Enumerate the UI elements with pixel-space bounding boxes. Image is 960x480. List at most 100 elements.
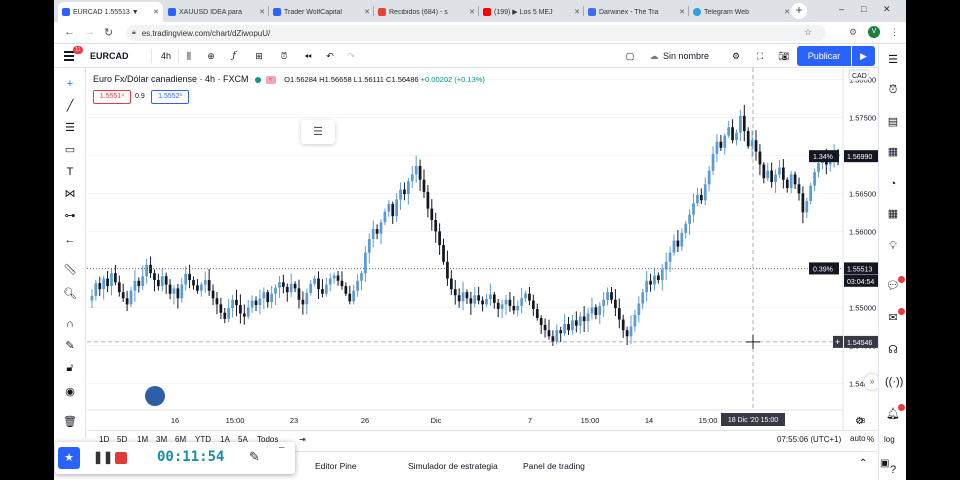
tab-strategy-tester[interactable]: Simulador de estrategia bbox=[408, 461, 498, 471]
tab-wolfcapital[interactable]: Trader WolfCapital ✕ bbox=[269, 2, 374, 22]
tab-trading-panel[interactable]: Panel de trading bbox=[523, 461, 585, 471]
auto-scale-toggle[interactable]: auto bbox=[850, 434, 866, 443]
maximize-panel-icon[interactable]: ⌃ bbox=[859, 458, 867, 469]
camera-snapshot-icon[interactable]: 📷︎ bbox=[776, 48, 792, 64]
profile-avatar[interactable]: V bbox=[868, 26, 880, 38]
calendar-grid-icon[interactable]: ▦ bbox=[885, 206, 901, 222]
close-icon[interactable]: ✕ bbox=[259, 8, 265, 16]
candle-body bbox=[231, 299, 234, 309]
more-menu-icon[interactable]: ⋮ bbox=[890, 27, 899, 38]
watchlist-icon[interactable]: ☰ bbox=[885, 52, 901, 68]
scroll-to-latest-icon[interactable]: » bbox=[864, 374, 878, 390]
tab-telegram[interactable]: Telegram Web ✕ bbox=[689, 2, 794, 22]
candle-body bbox=[160, 276, 164, 287]
minimize-button[interactable]: – bbox=[839, 4, 844, 14]
alert-clock-icon[interactable]: ⏰︎ bbox=[276, 48, 292, 64]
eye-visibility-icon[interactable]: ◉ bbox=[62, 384, 78, 400]
close-icon[interactable]: ✕ bbox=[784, 8, 790, 16]
broadcast-icon[interactable]: ((·)) bbox=[885, 374, 903, 390]
date-range-icon[interactable]: ⇥ bbox=[299, 435, 306, 444]
streams-icon[interactable]: ☊ bbox=[885, 342, 901, 358]
undo-icon[interactable]: ↶ bbox=[322, 48, 338, 64]
bookmark-star-icon[interactable]: ☆ bbox=[804, 27, 812, 38]
candle-body bbox=[711, 153, 715, 171]
crosshair-cursor-icon[interactable]: + bbox=[62, 76, 78, 92]
price-tick-label: 1.57500 bbox=[849, 113, 876, 122]
data-window-icon[interactable]: ▤ bbox=[885, 114, 901, 130]
close-icon[interactable]: ✕ bbox=[469, 8, 475, 16]
back-arrow-icon[interactable]: ← bbox=[62, 232, 78, 248]
tradingview-logo-icon[interactable] bbox=[145, 386, 165, 406]
pattern-icon[interactable]: ⋈ bbox=[62, 186, 78, 202]
close-icon[interactable]: ✕ bbox=[364, 8, 370, 16]
replay-icon[interactable]: ⏪︎ bbox=[300, 48, 316, 64]
pen-annotate-icon[interactable]: ✎ bbox=[249, 449, 260, 465]
main-menu-icon[interactable] bbox=[64, 51, 74, 61]
redo-icon[interactable]: ↷ bbox=[343, 48, 359, 64]
chart-canvas[interactable]: 1.540001.545001.550001.555001.560001.565… bbox=[87, 68, 878, 430]
stop-recording-button[interactable] bbox=[115, 452, 127, 464]
ideas-lightbulb-icon[interactable]: 💡︎ bbox=[885, 238, 901, 254]
ruler-icon[interactable]: 📏︎ bbox=[62, 262, 78, 278]
publish-button[interactable]: Publicar bbox=[797, 46, 851, 66]
percent-scale-toggle[interactable]: % bbox=[867, 435, 874, 444]
tab-xauusd[interactable]: XAUUSD IDEA para ✕ bbox=[164, 2, 269, 22]
publish-dropdown-icon[interactable]: ▶ bbox=[851, 46, 875, 66]
tab-darwinex[interactable]: Darwinex - The Tra ✕ bbox=[584, 2, 689, 22]
pause-recording-button[interactable]: ❚❚ bbox=[93, 450, 113, 464]
price-chart[interactable]: 1.540001.545001.550001.555001.560001.565… bbox=[87, 68, 878, 430]
favorite-star-icon[interactable]: ★ bbox=[58, 447, 80, 469]
maximize-button[interactable]: □ bbox=[861, 4, 866, 14]
buy-price-button[interactable]: 1.5552³ bbox=[151, 90, 189, 104]
candle-body bbox=[102, 278, 106, 290]
symbol-search-button[interactable]: EURCAD bbox=[90, 48, 129, 64]
pie-chart-icon[interactable]: ◔ bbox=[885, 176, 901, 192]
object-tree-icon[interactable]: ☰ bbox=[301, 120, 335, 144]
url-input[interactable]: 🔒︎ es.tradingview.com/chart/dZiwopuU/ bbox=[126, 25, 826, 41]
tab-pine-editor[interactable]: Editor Pine bbox=[315, 461, 357, 471]
fullscreen-icon[interactable]: ⛶ bbox=[752, 48, 768, 64]
templates-icon[interactable]: ⊞ bbox=[251, 48, 267, 64]
close-icon[interactable]: ✕ bbox=[153, 8, 159, 16]
close-window-button[interactable]: ✕ bbox=[883, 4, 891, 15]
alerts-clock-icon[interactable]: ⏰︎ bbox=[885, 82, 901, 98]
interval-button[interactable]: 4h bbox=[157, 48, 175, 64]
sell-price-button[interactable]: 1.5551⁴ bbox=[93, 90, 131, 104]
forward-icon[interactable]: → bbox=[84, 26, 95, 38]
tab-gmail[interactable]: Recibidos (684) - s ✕ bbox=[374, 2, 479, 22]
candle-body bbox=[328, 278, 332, 285]
trash-icon[interactable]: 🗑︎ bbox=[62, 414, 78, 430]
close-icon[interactable]: ✕ bbox=[679, 8, 685, 16]
trend-line-icon[interactable]: ╱ bbox=[62, 98, 78, 114]
settings-gear-icon[interactable]: ⚙ bbox=[728, 48, 744, 64]
candle-body bbox=[387, 204, 391, 212]
reload-icon[interactable]: ↻ bbox=[104, 26, 113, 39]
clock-status[interactable]: 07:55:06 (UTC+1) bbox=[777, 435, 841, 444]
text-tool-icon[interactable]: T bbox=[62, 164, 78, 180]
log-scale-toggle[interactable]: log bbox=[884, 435, 895, 444]
collapse-panel-icon[interactable]: ▣ bbox=[880, 458, 889, 469]
tab-eurcad[interactable]: EURCAD 1.55513 ▼ ✕ bbox=[58, 2, 163, 22]
prediction-icon[interactable]: ⊶ bbox=[62, 208, 78, 224]
news-icon[interactable]: ▦ bbox=[885, 144, 901, 160]
zoom-in-icon[interactable]: 🔍︎ bbox=[62, 286, 78, 302]
rectangle-shape-icon[interactable]: ▭ bbox=[62, 142, 78, 158]
extensions-icon[interactable]: ⚙ bbox=[849, 27, 857, 38]
tab-youtube[interactable]: (199) ▶ Los 5 MEJ ✕ bbox=[479, 2, 584, 22]
close-icon[interactable]: ✕ bbox=[574, 8, 580, 16]
stay-in-drawing-mode-icon[interactable]: ✎ bbox=[62, 338, 78, 354]
fibonacci-icon[interactable]: ☰ bbox=[62, 120, 78, 136]
candle-body bbox=[360, 273, 363, 281]
layout-name[interactable]: Sin nombre bbox=[663, 48, 709, 64]
compare-add-icon[interactable]: ⊕ bbox=[203, 48, 219, 64]
new-tab-button[interactable]: + bbox=[791, 3, 807, 19]
magnet-icon[interactable]: ∩ bbox=[62, 316, 78, 332]
layout-select-icon[interactable]: ▢ bbox=[622, 48, 638, 64]
candle-body bbox=[156, 280, 160, 287]
candles-chart-type-icon[interactable]: ⫼ bbox=[181, 48, 197, 64]
lock-drawings-icon[interactable]: 🔓︎ bbox=[62, 360, 78, 376]
indicators-icon[interactable]: ƒ bbox=[226, 48, 242, 64]
back-icon[interactable]: ← bbox=[64, 26, 75, 38]
minimize-recorder-icon[interactable]: – bbox=[279, 442, 285, 453]
time-tick-label: 14 bbox=[645, 416, 653, 425]
